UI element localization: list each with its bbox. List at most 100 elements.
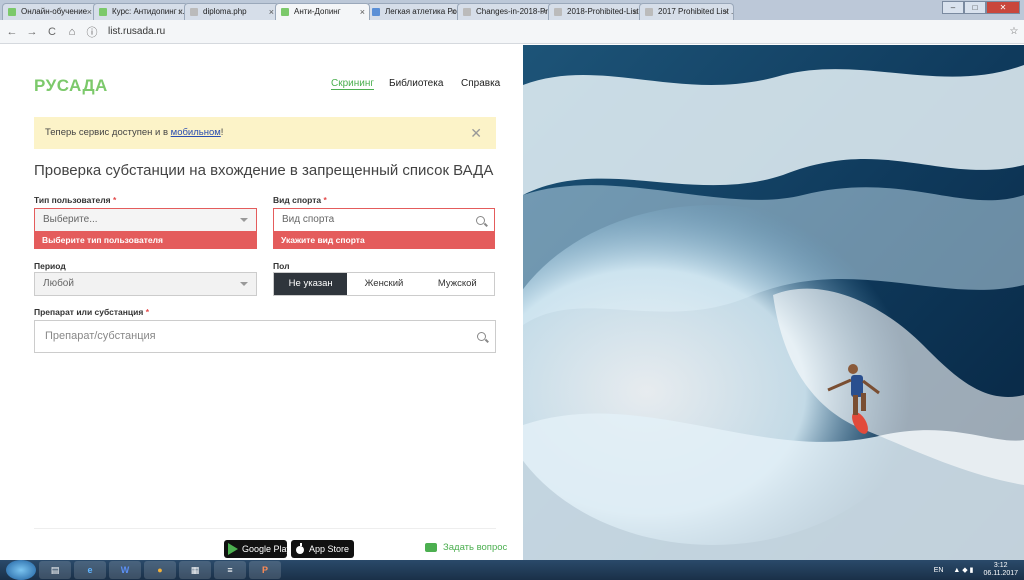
url-field[interactable]: list.rusada.ru	[108, 23, 1004, 41]
app-store-button[interactable]: App Store	[291, 540, 354, 558]
clock[interactable]: 3:12 06.11.2017	[983, 562, 1018, 578]
browser-tab[interactable]: Changes-in-2018-Pr... ×	[457, 3, 552, 20]
gender-option-male[interactable]: Мужской	[421, 273, 494, 295]
form-panel: РУСАДА Скрининг Библиотека Справка Тепер…	[0, 45, 523, 560]
start-button[interactable]	[6, 560, 36, 580]
browser-tab[interactable]: 2018-Prohibited-List... ×	[548, 3, 643, 20]
nav-help[interactable]: Справка	[461, 78, 500, 89]
browser-tab[interactable]: Анти-Допинг ×	[275, 3, 370, 20]
reload-icon[interactable]: C	[44, 26, 60, 38]
apple-icon	[296, 543, 304, 554]
tab-favicon-icon	[372, 8, 380, 16]
language-indicator[interactable]: EN	[934, 567, 944, 574]
home-icon[interactable]: ⌂	[64, 26, 80, 38]
tab-favicon-icon	[463, 8, 471, 16]
substance-placeholder: Препарат/субстанция	[45, 330, 156, 342]
period-label: Период	[34, 261, 66, 271]
tray-icons[interactable]: ▲ ◆ ▮	[953, 566, 973, 574]
gender-option-none[interactable]: Не указан	[274, 273, 348, 295]
sport-input[interactable]: Вид спорта	[273, 208, 495, 232]
gender-toggle: Не указан Женский Мужской	[273, 272, 495, 296]
sport-placeholder: Вид спорта	[282, 214, 335, 225]
period-value: Любой	[43, 278, 74, 289]
clock-date: 06.11.2017	[983, 570, 1018, 577]
user-type-select[interactable]: Выберите...	[34, 208, 257, 232]
tab-close-icon[interactable]: ×	[724, 4, 729, 20]
tab-title: Анти-Допинг	[294, 7, 341, 16]
minimize-button[interactable]: –	[942, 1, 964, 14]
browser-tab[interactable]: Легкая атлетика Рос... ×	[366, 3, 461, 20]
browser-tab[interactable]: Онлайн-обучение ×	[2, 3, 97, 20]
tab-close-icon[interactable]: ×	[542, 4, 547, 20]
chrome-icon[interactable]: ●	[144, 561, 176, 579]
clock-time: 3:12	[993, 562, 1008, 569]
mobile-banner: Теперь сервис доступен и в мобильном! ✕	[34, 117, 496, 149]
gender-option-female[interactable]: Женский	[347, 273, 420, 295]
ask-question-label: Задать вопрос	[443, 542, 508, 553]
tab-close-icon[interactable]: ×	[178, 4, 183, 20]
info-icon: ⓘ	[86, 26, 98, 39]
tab-title: 2017 Prohibited List ...	[658, 7, 734, 16]
user-type-label: Тип пользователя *	[34, 195, 117, 205]
user-type-label-text: Тип пользователя	[34, 195, 111, 205]
windows-taskbar: ▤ e W ● ▦ ≡ P EN ▲ ◆ ▮ 3:12 06.11.2017	[0, 560, 1024, 580]
ie-icon[interactable]: e	[74, 561, 106, 579]
tab-title: 2018-Prohibited-List...	[567, 7, 643, 16]
app-store-label: App Store	[309, 544, 350, 554]
tab-close-icon[interactable]: ×	[633, 4, 638, 20]
tab-title: diploma.php	[203, 7, 247, 16]
tab-close-icon[interactable]: ×	[87, 4, 92, 20]
bookmark-star-icon[interactable]: ☆	[1004, 26, 1024, 37]
hero-image	[523, 45, 1024, 560]
system-tray: EN ▲ ◆ ▮ 3:12 06.11.2017	[934, 560, 1018, 580]
tab-favicon-icon	[554, 8, 562, 16]
chevron-down-icon	[240, 218, 248, 222]
window-controls: – □ ✕	[942, 1, 1020, 14]
search-icon[interactable]	[476, 216, 485, 225]
close-icon[interactable]: ✕	[470, 117, 482, 149]
tab-close-icon[interactable]: ×	[360, 4, 365, 20]
sport-label-text: Вид спорта	[273, 195, 322, 205]
page-content: РУСАДА Скрининг Библиотека Справка Тепер…	[0, 45, 1024, 560]
archive-icon[interactable]: ≡	[214, 561, 246, 579]
nav-library[interactable]: Библиотека	[389, 78, 443, 89]
tab-close-icon[interactable]: ×	[451, 4, 456, 20]
banner-mobile-link[interactable]: мобильном	[171, 127, 221, 138]
surfer-wave-image	[523, 45, 1024, 560]
tab-close-icon[interactable]: ×	[269, 4, 274, 20]
chevron-down-icon	[240, 282, 248, 286]
close-window-button[interactable]: ✕	[986, 1, 1020, 14]
browser-tab-bar: Онлайн-обучение × Курс: Антидопинг к... × di…	[0, 0, 1024, 20]
substance-input[interactable]: Препарат/субстанция	[34, 320, 496, 353]
gender-label: Пол	[273, 261, 290, 271]
address-bar: ← → C ⌂ ⓘ list.rusada.ru ☆	[0, 20, 1024, 44]
search-icon[interactable]	[477, 332, 486, 341]
browser-tab[interactable]: 2017 Prohibited List ... ×	[639, 3, 734, 20]
nav-screening[interactable]: Скрининг	[331, 78, 375, 90]
back-icon[interactable]: ←	[4, 26, 20, 38]
user-type-placeholder: Выберите...	[43, 214, 98, 225]
maximize-button[interactable]: □	[964, 1, 986, 14]
word-icon[interactable]: W	[109, 561, 141, 579]
user-type-error: Выберите тип пользователя	[34, 232, 257, 249]
tab-title: Changes-in-2018-Pr...	[476, 7, 552, 16]
forward-icon[interactable]: →	[24, 26, 40, 38]
tab-title: Легкая атлетика Рос...	[385, 7, 461, 16]
sport-label: Вид спорта *	[273, 195, 327, 205]
browser-tab[interactable]: diploma.php ×	[184, 3, 279, 20]
substance-label: Препарат или субстанция *	[34, 307, 149, 317]
ask-question-link[interactable]: Задать вопрос	[425, 540, 507, 556]
google-play-icon	[228, 543, 238, 555]
browser-tab[interactable]: Курс: Антидопинг к... ×	[93, 3, 188, 20]
banner-suffix: !	[220, 127, 224, 138]
footer-divider	[34, 528, 496, 529]
powerpoint-icon[interactable]: P	[249, 561, 281, 579]
period-select[interactable]: Любой	[34, 272, 257, 296]
explorer-icon[interactable]: ▤	[39, 561, 71, 579]
tab-favicon-icon	[8, 8, 16, 16]
tab-title: Онлайн-обучение	[21, 7, 88, 16]
google-play-button[interactable]: Google Play	[224, 540, 291, 558]
logo[interactable]: РУСАДА	[34, 76, 108, 96]
app-icon[interactable]: ▦	[179, 561, 211, 579]
logo-text: РУСАДА	[34, 76, 108, 95]
